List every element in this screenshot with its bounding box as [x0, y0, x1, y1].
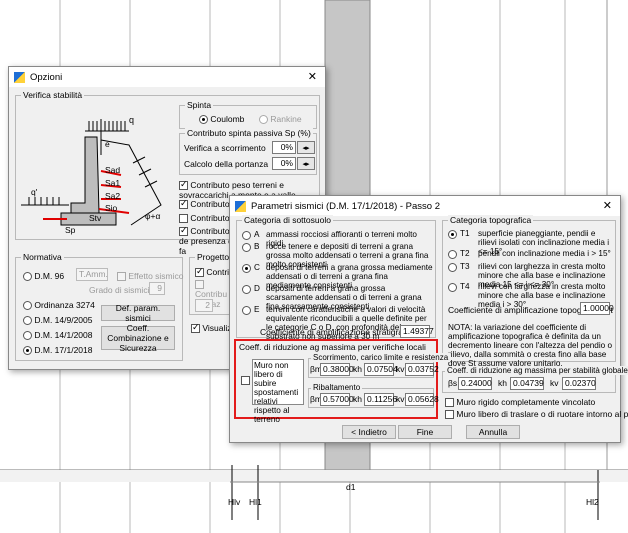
scorrimento-title: Scorrimento, carico limite e resistenza — [311, 353, 451, 362]
fig-phi: φ+α — [145, 211, 161, 221]
glob-kh-field[interactable]: 0.04739 — [510, 377, 544, 390]
glob-bs-field[interactable]: 0.24000 — [458, 377, 492, 390]
fig-sa2: Sa2 — [105, 191, 121, 201]
progetto-field[interactable]: 2 — [195, 299, 213, 312]
topo-t2-radio[interactable]: T2 pendii con inclinazione media i > 15° — [448, 249, 614, 259]
param-title: Parametri sismici (D.M. 17/1/2018) - Pas… — [251, 200, 441, 212]
ss-field[interactable]: 1.49377 — [400, 325, 434, 338]
portanza-field[interactable]: 0% — [272, 157, 296, 170]
close-icon[interactable]: ✕ — [308, 70, 317, 83]
rib-kh-field[interactable]: 0.11256 — [364, 393, 397, 406]
cat-c-radio[interactable]: Cdepositi di terreni a grana grossa medi… — [242, 263, 434, 290]
cat-topografica-title: Categoria topografica — [448, 215, 534, 225]
app-icon — [14, 71, 25, 83]
fig-q-left: q' — [31, 187, 38, 197]
scorrimento-label: Verifica a scorrimento — [184, 143, 266, 153]
dm96-radio[interactable]: D.M. 96 — [23, 271, 64, 282]
cat-d-radio[interactable]: Ddepositi di terreni a grana grossa scar… — [242, 284, 434, 311]
cat-sottosuolo-title: Categoria di sottosuolo — [242, 215, 333, 225]
d1-label: d1 — [346, 482, 356, 492]
scorr-kh-field[interactable]: 0.07504 — [364, 363, 398, 376]
fig-q-top: q — [129, 115, 135, 125]
close-icon[interactable]: ✕ — [603, 199, 612, 212]
scorr-kv-label: kv — [396, 364, 405, 374]
indietro-button[interactable]: < Indietro — [342, 425, 396, 439]
spinta-group-title: Spinta — [185, 100, 214, 110]
dm2018-radio[interactable]: D.M. 17/1/2018 — [23, 345, 93, 356]
ord3274-radio[interactable]: Ordinanza 3274 — [23, 300, 95, 311]
scorr-bm-field[interactable]: 0.38000 — [320, 363, 354, 376]
topo-t1-radio[interactable]: T1 superficie pianeggiante, pendii e rili… — [448, 229, 614, 256]
opzioni-title: Opzioni — [30, 71, 63, 83]
fig-sa1: Sa1 — [105, 178, 121, 188]
tamm-select[interactable]: T.Amm. — [76, 268, 108, 281]
rankine-radio[interactable]: Rankine — [259, 114, 302, 125]
glob-bs-label: βs — [448, 378, 458, 388]
effetto-check[interactable]: Effetto sismico — [117, 271, 184, 282]
rib-kv-label: kv — [396, 394, 405, 404]
coeff-combinazione-button[interactable]: Coeff. Combinazione e Sicurezza — [101, 323, 175, 353]
grado-label: Grado di sismicità — [89, 285, 157, 295]
scorrimento-spinner[interactable]: ◂▸ — [297, 141, 315, 154]
portanza-label: Calcolo della portanza — [184, 159, 269, 169]
rib-kv-field[interactable]: 0.05628 — [405, 393, 439, 406]
dm2005-radio[interactable]: D.M. 14/9/2005 — [23, 315, 93, 326]
fig-stv: Stv — [89, 213, 102, 223]
rankine-label: Rankine — [270, 114, 302, 124]
topo-t4-radio[interactable]: T4 rilievi con larghezza in cresta molto … — [448, 282, 614, 309]
portanza-spinner[interactable]: ◂▸ — [297, 157, 315, 170]
hl2-label: Hl2 — [586, 497, 599, 507]
param-titlebar[interactable]: Parametri sismici (D.M. 17/1/2018) - Pas… — [230, 196, 620, 216]
scorr-kh-label: kh — [353, 364, 362, 374]
fig-sio: Sio — [105, 203, 118, 213]
opzioni-titlebar[interactable]: Opzioni ✕ — [9, 67, 325, 87]
coulomb-label: Coulomb — [210, 114, 245, 124]
rib-kh-label: kh — [353, 394, 362, 404]
muro-rigido-check[interactable]: Muro rigido completamente vincolato — [445, 397, 595, 408]
muro-non-libero-check[interactable] — [241, 376, 250, 385]
annulla-button[interactable]: Annulla — [466, 425, 520, 439]
ribaltamento-title: Ribaltamento — [311, 383, 363, 392]
def-param-sismici-button[interactable]: Def. param. sismici — [101, 303, 175, 323]
hl1-label: Hl1 — [249, 497, 262, 507]
globale-title: Coeff. di riduzione ag massima per stabi… — [445, 366, 628, 375]
hlv-label: Hlv — [228, 497, 241, 507]
muro-libero-check[interactable]: Muro libero di traslare o di ruotare int… — [445, 409, 628, 420]
parametri-sismici-dialog: Parametri sismici (D.M. 17/1/2018) - Pas… — [229, 195, 628, 443]
glob-kh-label: kh — [498, 378, 507, 388]
rib-bm-field[interactable]: 0.57000 — [320, 393, 354, 406]
normativa-group-title: Normativa — [21, 252, 64, 262]
dm2008-radio[interactable]: D.M. 14/1/2008 — [23, 330, 93, 341]
st-field[interactable]: 1.00000 — [580, 302, 614, 315]
scorrimento-field[interactable]: 0% — [272, 141, 296, 154]
cat-b-radio[interactable]: Brocce tenere e depositi di terreni a gr… — [242, 242, 434, 269]
glob-kv-field[interactable]: 0.02370 — [562, 377, 596, 390]
fig-e: e — [105, 139, 110, 149]
app-icon — [235, 200, 246, 212]
fine-button[interactable]: Fine — [398, 425, 452, 439]
fig-sad: Sad — [105, 165, 121, 175]
grado-field[interactable]: 9 — [149, 282, 165, 295]
scorr-kv-field[interactable]: 0.03752 — [405, 363, 439, 376]
riduzione-title: Coeff. di riduzione ag massima per verif… — [239, 342, 426, 352]
contributo-group-title: Contributo spinta passiva Sp (%) — [185, 128, 313, 138]
topo-t3-radio[interactable]: T3 rilievi con larghezza in cresta molto … — [448, 262, 614, 289]
coulomb-radio[interactable]: Coulomb — [199, 114, 245, 125]
muro-non-libero-label: Muro non libero di subire spostamenti re… — [252, 359, 304, 424]
verifica-group-title: Verifica stabilità — [21, 90, 85, 100]
glob-kv-label: kv — [550, 378, 559, 388]
nota-text: NOTA: la variazione del coefficiente di … — [448, 323, 613, 368]
cat-a-radio[interactable]: Aammassi rocciosi affioranti o terreni m… — [242, 230, 434, 248]
fig-sp: Sp — [65, 225, 76, 235]
